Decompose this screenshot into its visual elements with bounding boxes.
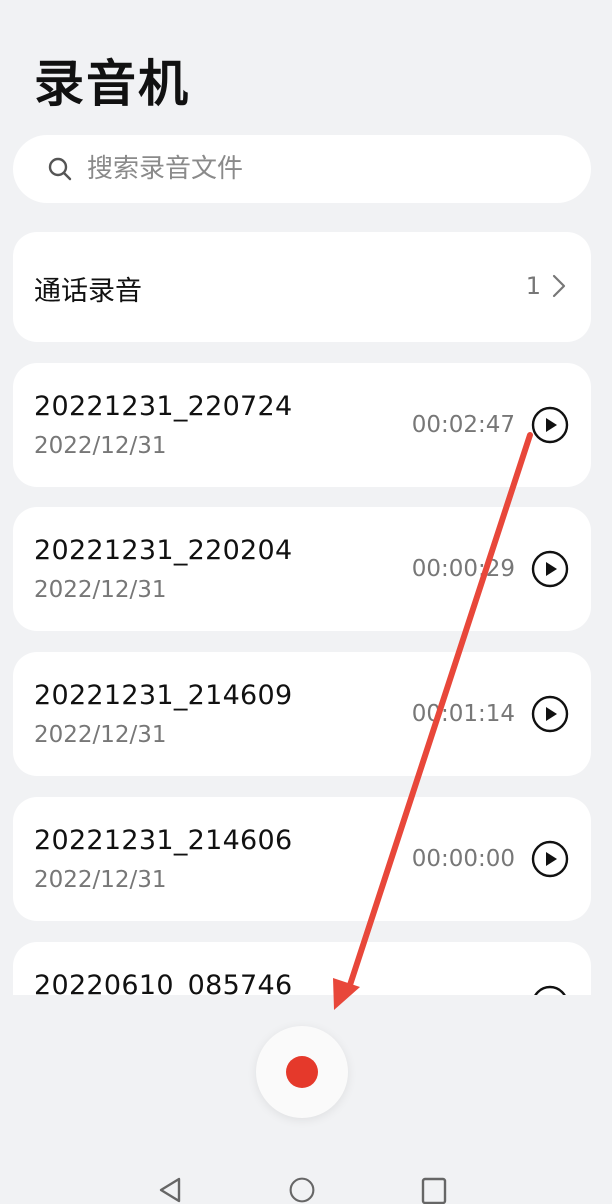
recording-name: 20220610_085746 (34, 970, 293, 995)
recorder-screen: 录音机 通话录音 1 20221231_220724 2022/12/31 00… (0, 0, 612, 1204)
search-input[interactable] (87, 154, 567, 184)
recording-date: 2022/12/31 (34, 722, 167, 748)
recording-item[interactable]: 20221231_214609 2022/12/31 00:01:14 (13, 652, 591, 776)
recording-duration: 00:01:14 (411, 701, 515, 727)
recording-duration: 00:00:29 (411, 556, 515, 582)
play-icon[interactable] (531, 985, 569, 995)
call-recordings-count: 1 (525, 272, 541, 300)
recording-duration: 00:00:00 (411, 846, 515, 872)
recording-item[interactable]: 20221231_220204 2022/12/31 00:00:29 (13, 507, 591, 631)
call-recordings-item[interactable]: 通话录音 1 (13, 232, 591, 342)
play-icon[interactable] (531, 840, 569, 878)
recording-name: 20221231_220724 (34, 391, 293, 422)
recording-date: 2022/12/31 (34, 433, 167, 459)
record-icon (286, 1056, 318, 1088)
recording-date: 2022/12/31 (34, 867, 167, 893)
play-icon[interactable] (531, 550, 569, 588)
recording-item[interactable]: 20221231_220724 2022/12/31 00:02:47 (13, 363, 591, 487)
recording-date: 2022/12/31 (34, 577, 167, 603)
search-icon (48, 157, 72, 181)
recording-name: 20221231_214606 (34, 825, 293, 856)
play-icon[interactable] (531, 406, 569, 444)
play-icon[interactable] (531, 695, 569, 733)
recents-icon[interactable] (420, 1176, 448, 1204)
back-icon[interactable] (155, 1176, 185, 1204)
call-recordings-label: 通话录音 (34, 276, 142, 307)
recording-list[interactable]: 20221231_220724 2022/12/31 00:02:47 2022… (0, 363, 612, 995)
record-button[interactable] (256, 1026, 348, 1118)
recording-item[interactable]: 20221231_214606 2022/12/31 00:00:00 (13, 797, 591, 921)
page-title: 录音机 (34, 55, 190, 113)
search-bar[interactable] (13, 135, 591, 203)
recording-item[interactable]: 20220610_085746 (13, 942, 591, 995)
recording-name: 20221231_220204 (34, 535, 293, 566)
recording-name: 20221231_214609 (34, 680, 293, 711)
chevron-right-icon (552, 274, 566, 298)
recording-duration: 00:02:47 (411, 412, 515, 438)
home-icon[interactable] (286, 1176, 318, 1204)
